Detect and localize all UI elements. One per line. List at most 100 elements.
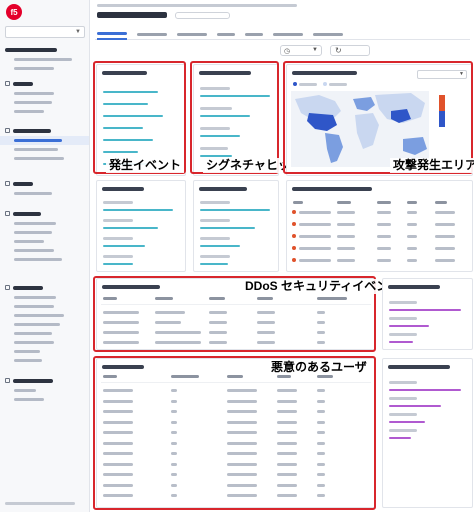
refresh-button[interactable]: ↻ [330,45,370,56]
signature-label [200,107,232,110]
tab[interactable] [177,28,207,40]
time-range-select[interactable]: ◷ ▼ [280,45,322,56]
service-selector[interactable]: ▼ [5,26,85,38]
sidebar-item[interactable] [0,338,89,347]
sidebar-item[interactable] [0,246,89,255]
card-title [199,71,251,75]
table-cell [227,389,257,392]
table-cell [227,420,257,424]
table-cell [103,341,139,344]
attack-label [200,219,230,222]
table-cell [337,211,355,214]
sidebar-item[interactable] [0,329,89,338]
security-icon [5,285,10,290]
sidebar-section-notifications [0,375,89,404]
map-scale-bar-top [439,95,445,111]
attack-label [200,255,230,258]
table-cell [317,420,325,424]
sidebar-item[interactable] [0,302,89,311]
table-cell [155,321,181,324]
bot-label [389,397,417,400]
table-cell[interactable] [103,452,133,455]
table-cell[interactable] [299,247,331,250]
sidebar-heading[interactable] [0,44,89,55]
table-cell[interactable] [103,399,133,403]
sidebar-item[interactable] [0,237,89,246]
sidebar-item[interactable] [0,386,89,395]
sidebar-item[interactable] [0,107,89,116]
tab[interactable] [313,28,343,40]
mesh-icon [5,181,10,186]
breadcrumb[interactable] [97,4,297,7]
sidebar-item[interactable] [0,189,89,198]
table-cell [337,247,355,250]
sidebar-item[interactable] [0,64,89,73]
bot-bar [389,437,411,439]
table-cell[interactable] [103,483,133,487]
rule-label [103,219,133,222]
table-cell [227,431,257,434]
table-cell[interactable] [103,431,133,434]
table-cell[interactable] [103,462,133,466]
table-cell[interactable] [103,420,133,424]
table-cell[interactable] [103,410,133,413]
annotation-malicious-users: 悪意のあるユーザ [268,360,370,375]
table-cell [277,494,297,497]
table-cell [227,452,257,455]
sidebar-item[interactable] [0,311,89,320]
sidebar-item[interactable] [0,145,89,154]
table-cell [435,259,455,262]
table-cell[interactable] [299,223,331,226]
manage-icon [5,211,10,216]
sidebar-item[interactable] [0,255,89,264]
virtual-hosts-icon [5,128,10,133]
page-title [97,12,167,18]
table-cell[interactable] [103,441,133,445]
table-cell [317,331,325,334]
sidebar-item[interactable] [0,228,89,237]
table-cell[interactable] [299,235,331,238]
sidebar-item[interactable] [0,320,89,329]
table-header [103,375,117,378]
table-cell [317,341,325,344]
sidebar-heading[interactable] [0,375,89,386]
event-dot [292,258,296,262]
tab[interactable] [245,28,263,40]
sidebar-item[interactable] [0,395,89,404]
sidebar-heading[interactable] [0,125,89,136]
table-cell[interactable] [103,494,133,497]
sidebar-section-manage [0,208,89,264]
bot-bar [389,405,441,407]
table-cell [155,311,185,314]
f5-logo-icon[interactable]: f5 [6,4,22,20]
tab[interactable] [137,28,167,40]
table-cell[interactable] [299,211,331,214]
sidebar-item[interactable] [0,219,89,228]
sidebar-item[interactable] [0,55,89,64]
table-cell[interactable] [103,389,133,392]
table-cell [317,483,325,487]
tab[interactable] [273,28,303,40]
sidebar-item[interactable] [0,356,89,365]
table-header [277,375,291,378]
event-bar [103,91,158,93]
sidebar-heading[interactable] [0,282,89,293]
sidebar-item[interactable] [0,89,89,98]
sidebar-heading[interactable] [0,178,89,189]
malicious-users-card [96,358,376,508]
sidebar-heading[interactable] [0,78,89,89]
sidebar-item[interactable] [0,98,89,107]
table-cell [317,494,325,497]
table-header [317,297,347,300]
sidebar-footer [5,502,75,505]
sidebar-item-selected[interactable] [0,136,89,145]
sidebar-heading[interactable] [0,208,89,219]
table-cell[interactable] [299,259,331,262]
table-header [155,297,173,300]
sidebar-item[interactable] [0,347,89,356]
tab[interactable] [217,28,235,40]
sidebar-item[interactable] [0,154,89,163]
table-cell[interactable] [103,473,133,476]
tab-dashboard[interactable] [97,28,127,40]
sidebar-item[interactable] [0,293,89,302]
